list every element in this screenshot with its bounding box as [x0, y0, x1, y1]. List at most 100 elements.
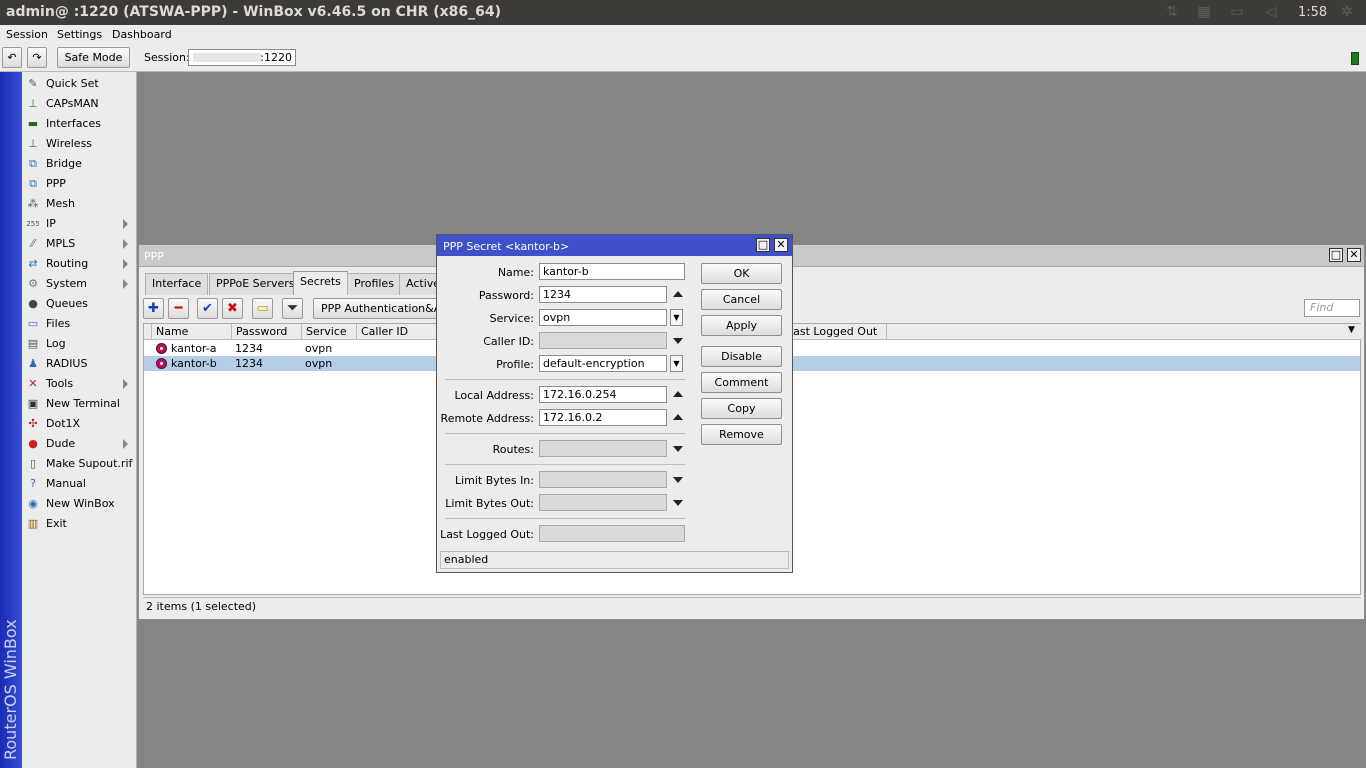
collapse-arrow-icon[interactable] — [673, 414, 683, 420]
sidebar-item-interfaces[interactable]: ▬ Interfaces — [22, 114, 136, 134]
sidebar-item-capsman[interactable]: ⊥ CAPsMAN — [22, 94, 136, 114]
profile-select[interactable]: default-encryption — [539, 355, 667, 372]
remove-button[interactable]: Remove — [701, 424, 782, 445]
cancel-button[interactable]: Cancel — [701, 289, 782, 310]
dialog-title: PPP Secret <kantor-b> — [443, 240, 570, 253]
sidebar-item-new-terminal[interactable]: ▣ New Terminal — [22, 394, 136, 414]
collapse-arrow-icon[interactable] — [673, 291, 683, 297]
menu-session[interactable]: Session — [6, 28, 48, 41]
mpls-icon: ⁄⁄ — [31, 237, 35, 250]
ok-button[interactable]: OK — [701, 263, 782, 284]
limit-bytes-out-input[interactable] — [539, 494, 667, 511]
plus-icon: ✚ — [148, 301, 159, 316]
routes-input[interactable] — [539, 440, 667, 457]
columns-dropdown-icon[interactable]: ▼ — [1348, 325, 1355, 335]
sidebar-item-wireless[interactable]: ⊥ Wireless — [22, 134, 136, 154]
close-button[interactable]: ✕ — [1347, 248, 1361, 262]
keyboard-icon[interactable]: ▦ — [1195, 4, 1213, 20]
sidebar-item-quick-set[interactable]: ✎ Quick Set — [22, 74, 136, 94]
expand-arrow-icon[interactable] — [673, 338, 683, 344]
collapse-arrow-icon[interactable] — [673, 391, 683, 397]
copy-button[interactable]: Copy — [701, 398, 782, 419]
caller-id-input[interactable] — [539, 332, 667, 349]
sidebar-item-system[interactable]: ⚙ System — [22, 274, 136, 294]
ppp-window-title: PPP — [144, 250, 164, 263]
sidebar-item-tools[interactable]: ✕ Tools — [22, 374, 136, 394]
sidebar-item-manual[interactable]: ? Manual — [22, 474, 136, 494]
dialog-maximize-button[interactable]: □ — [756, 238, 770, 252]
disable-button[interactable]: Disable — [701, 346, 782, 367]
local-address-label: Local Address: — [454, 389, 534, 402]
service-dropdown-icon[interactable]: ▼ — [670, 309, 683, 326]
dialog-close-button[interactable]: ✕ — [774, 238, 788, 252]
sidebar-item-dude[interactable]: ● Dude — [22, 434, 136, 454]
sidebar-item-mesh[interactable]: ⁂ Mesh — [22, 194, 136, 214]
redo-button[interactable]: ↷ — [27, 47, 47, 68]
sidebar-item-mpls[interactable]: ⁄⁄ MPLS — [22, 234, 136, 254]
window-title: admin@ :1220 (ATSWA-PPP) - WinBox v6.46.… — [6, 4, 502, 20]
minus-icon: ━ — [174, 301, 183, 316]
sidebar-item-exit[interactable]: ▥ Exit — [22, 514, 136, 534]
comment-button[interactable]: ▭ — [252, 298, 273, 319]
sidebar-item-ip[interactable]: 255 IP — [22, 214, 136, 234]
row-password: 1234 — [235, 342, 263, 355]
disable-button[interactable]: ✖ — [222, 298, 243, 319]
sidebar-item-label: Mesh — [46, 197, 75, 210]
profile-dropdown-icon[interactable]: ▼ — [670, 355, 683, 372]
sidebar-item-radius[interactable]: ♟ RADIUS — [22, 354, 136, 374]
find-input[interactable]: Find — [1304, 299, 1360, 317]
menu-dashboard[interactable]: Dashboard — [112, 28, 172, 41]
tab-interface[interactable]: Interface — [145, 273, 209, 295]
routes-label: Routes: — [492, 443, 534, 456]
sidebar-item-dot1x[interactable]: ✣ Dot1X — [22, 414, 136, 434]
remote-address-input[interactable]: 172.16.0.2 — [539, 409, 667, 426]
filter-button[interactable]: ⏷ — [282, 298, 303, 319]
sidebar-item-bridge[interactable]: ⧉ Bridge — [22, 154, 136, 174]
battery-icon[interactable]: ▭ — [1228, 4, 1246, 20]
apply-button[interactable]: Apply — [701, 315, 782, 336]
dialog-status-bar: enabled — [440, 551, 789, 569]
maximize-button[interactable]: □ — [1329, 248, 1343, 262]
tab-profiles[interactable]: Profiles — [347, 273, 401, 295]
sidebar-item-queues[interactable]: ● Queues — [22, 294, 136, 314]
sidebar-item-routing[interactable]: ⇄ Routing — [22, 254, 136, 274]
sidebar-item-log[interactable]: ▤ Log — [22, 334, 136, 354]
sidebar-item-files[interactable]: ▭ Files — [22, 314, 136, 334]
password-input[interactable]: 1234 — [539, 286, 667, 303]
add-button[interactable]: ✚ — [143, 298, 164, 319]
sidebar-item-new-winbox[interactable]: ◉ New WinBox — [22, 494, 136, 514]
power-gear-icon[interactable]: ✲ — [1338, 4, 1356, 20]
safe-mode-button[interactable]: Safe Mode — [57, 47, 130, 68]
column-header-service[interactable]: Service — [302, 324, 357, 340]
wand-icon: ✎ — [28, 77, 38, 90]
expand-arrow-icon[interactable] — [673, 477, 683, 483]
sidebar-item-label: RADIUS — [46, 357, 88, 370]
undo-button[interactable]: ↶ — [2, 47, 22, 68]
column-header-name[interactable]: Name — [152, 324, 232, 340]
sidebar-item-make-supout[interactable]: ▯ Make Supout.rif — [22, 454, 136, 474]
service-select[interactable]: ovpn — [539, 309, 667, 326]
sidebar-item-label: Make Supout.rif — [46, 457, 133, 470]
limit-bytes-in-input[interactable] — [539, 471, 667, 488]
column-header-password[interactable]: Password — [232, 324, 302, 340]
dialog-titlebar[interactable]: PPP Secret <kantor-b> □ ✕ — [437, 235, 792, 256]
gear-icon: ⚙ — [28, 277, 38, 290]
enable-button[interactable]: ✔ — [197, 298, 218, 319]
session-field[interactable]: :1220 — [188, 49, 296, 66]
local-address-input[interactable]: 172.16.0.254 — [539, 386, 667, 403]
brand-text: RouterOS WinBox — [1, 619, 20, 760]
queues-icon: ● — [28, 297, 38, 310]
network-icon[interactable]: ⇅ — [1163, 4, 1181, 20]
tab-pppoe-servers[interactable]: PPPoE Servers — [209, 273, 302, 295]
volume-icon[interactable]: ◁ — [1262, 4, 1280, 20]
sidebar-item-ppp[interactable]: ⧉ PPP — [22, 174, 136, 194]
clock[interactable]: 1:58 — [1298, 5, 1327, 20]
expand-arrow-icon[interactable] — [673, 446, 683, 452]
remove-button[interactable]: ━ — [168, 298, 189, 319]
tab-secrets[interactable]: Secrets — [293, 271, 348, 295]
divider — [445, 518, 685, 519]
expand-arrow-icon[interactable] — [673, 500, 683, 506]
comment-button[interactable]: Comment — [701, 372, 782, 393]
menu-settings[interactable]: Settings — [57, 28, 102, 41]
name-input[interactable]: kantor-b — [539, 263, 685, 280]
